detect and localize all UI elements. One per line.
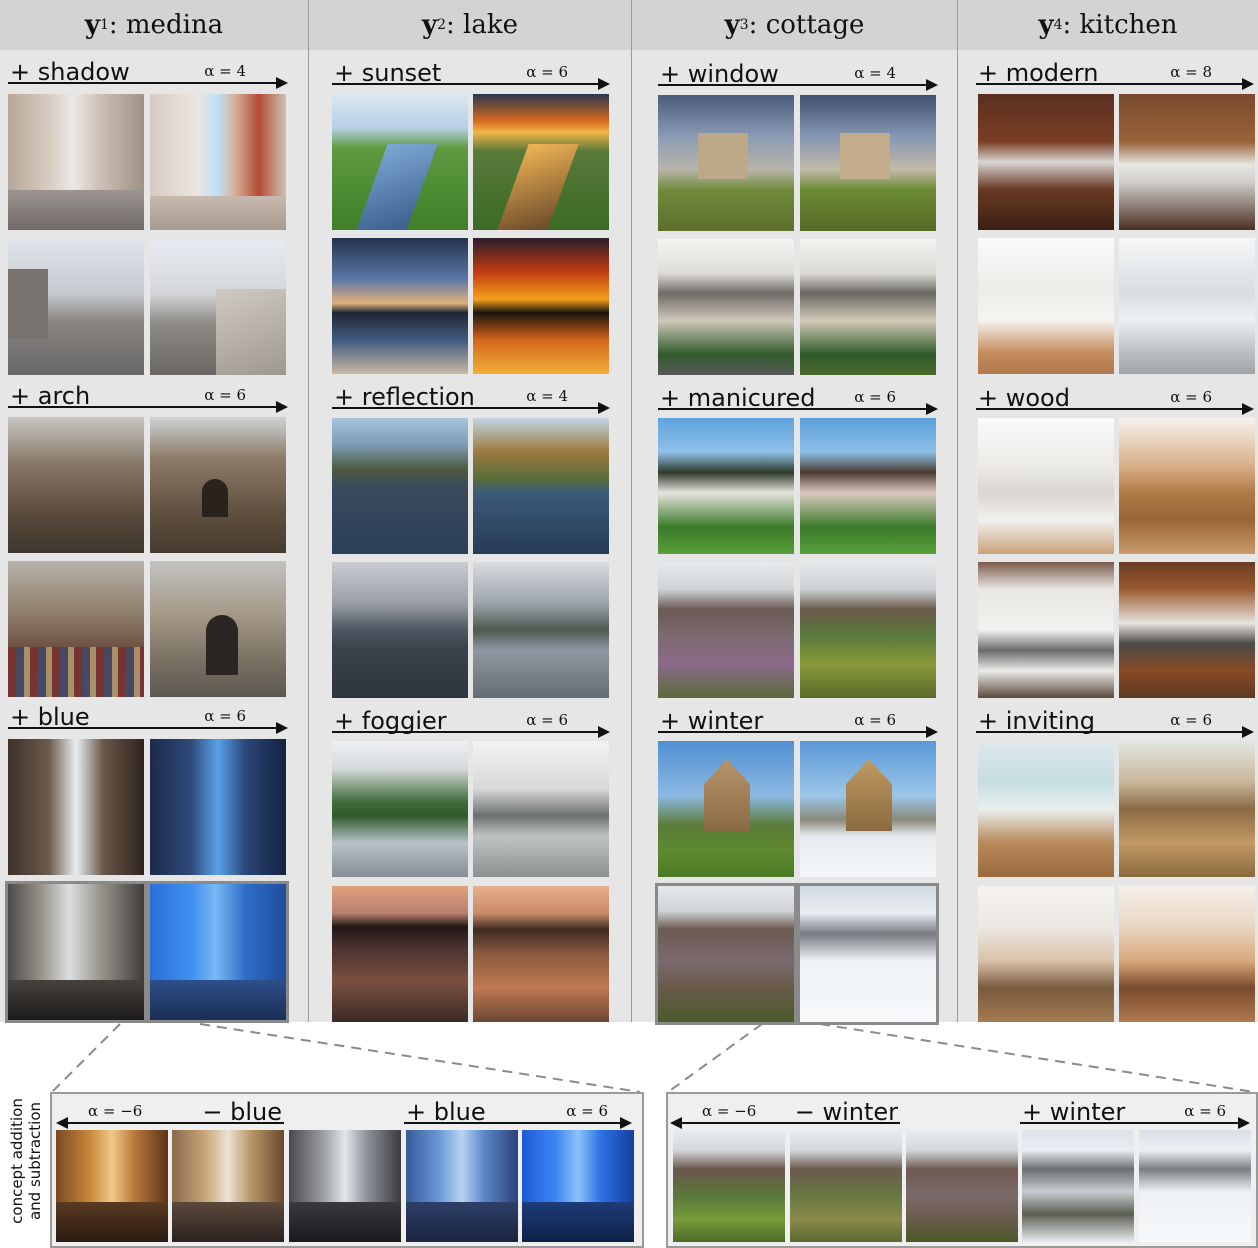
plus-concept-row: + blue α = 6	[404, 1098, 632, 1130]
arrow-left-icon	[670, 1117, 900, 1129]
arrow-left-icon	[56, 1117, 284, 1129]
zoom-image	[790, 1130, 902, 1242]
side-label: concept addition and subtraction	[8, 1098, 44, 1224]
alpha-value: α = −6	[88, 1102, 143, 1120]
minus-concept-row: α = −6 − winter	[670, 1098, 900, 1130]
zoom-image	[1022, 1130, 1134, 1242]
zoom-image	[522, 1130, 634, 1242]
zoom-image	[56, 1130, 168, 1242]
minus-concept-row: α = −6 − blue	[56, 1098, 284, 1130]
zoom-image	[406, 1130, 518, 1242]
zoom-image	[1139, 1130, 1251, 1242]
arrow-right-icon	[1020, 1117, 1250, 1129]
zoom-image	[289, 1130, 401, 1242]
alpha-value: α = −6	[702, 1102, 757, 1120]
zoom-connector-lines	[51, 1023, 1255, 1093]
alpha-value: α = 6	[1184, 1102, 1226, 1120]
zoom-image	[906, 1130, 1018, 1242]
plus-concept-row: + winter α = 6	[1020, 1098, 1250, 1130]
alpha-value: α = 6	[566, 1102, 608, 1120]
zoom-image	[172, 1130, 284, 1242]
zoom-image	[673, 1130, 785, 1242]
arrow-right-icon	[404, 1117, 632, 1129]
